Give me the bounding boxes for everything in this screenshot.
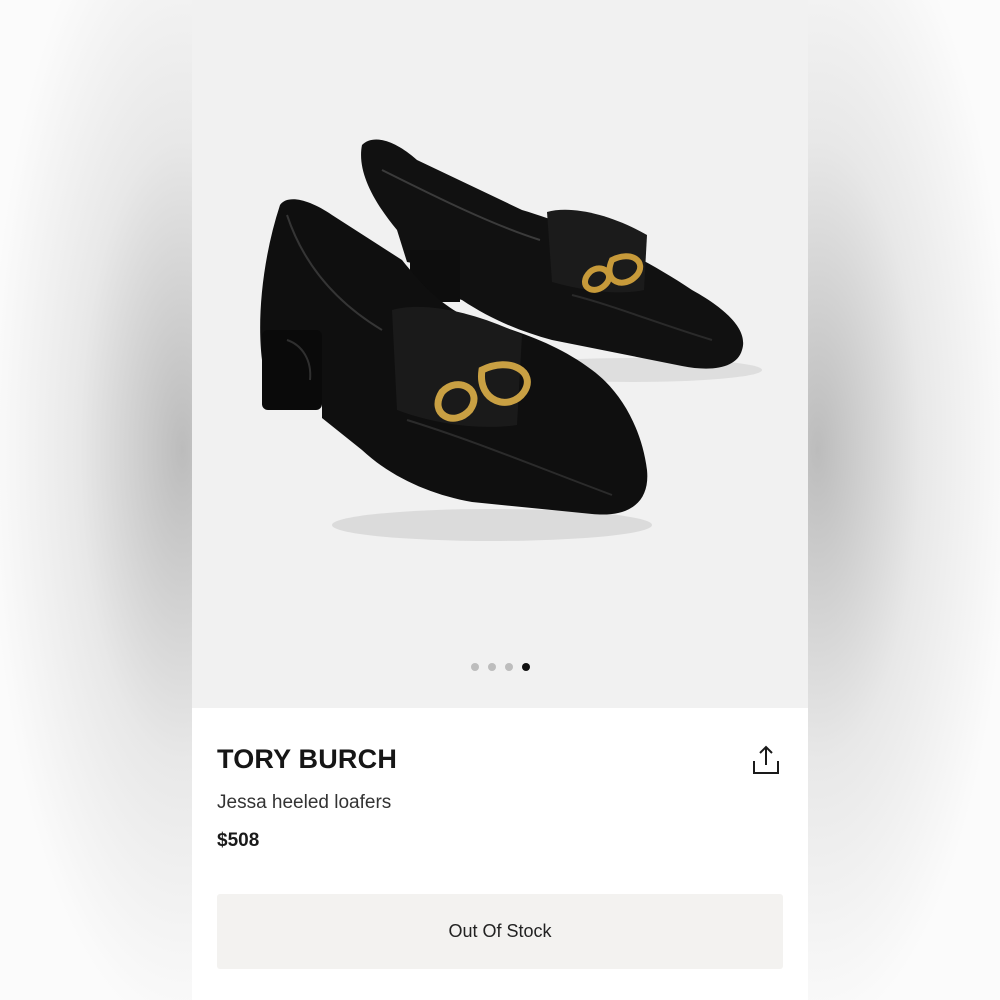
product-name: Jessa heeled loafers xyxy=(217,792,392,813)
gallery-pagination xyxy=(192,663,808,673)
pager-dot-active[interactable] xyxy=(521,663,530,671)
pager-dot[interactable] xyxy=(487,663,496,671)
product-price: $508 xyxy=(217,830,260,851)
product-page: TORY BURCH Jessa heeled loafers $508 Out… xyxy=(192,0,808,1000)
background-blur-left xyxy=(0,0,192,1000)
pager-dot[interactable] xyxy=(504,663,513,671)
product-info: TORY BURCH Jessa heeled loafers $508 Out… xyxy=(192,708,808,1000)
background-blur-right xyxy=(808,0,1000,1000)
product-image[interactable] xyxy=(192,0,808,650)
image-gallery[interactable] xyxy=(192,0,808,708)
brand-name: TORY BURCH xyxy=(217,744,398,774)
pager-dot[interactable] xyxy=(470,663,479,671)
out-of-stock-button[interactable]: Out Of Stock xyxy=(217,894,783,969)
share-icon[interactable] xyxy=(748,742,784,778)
